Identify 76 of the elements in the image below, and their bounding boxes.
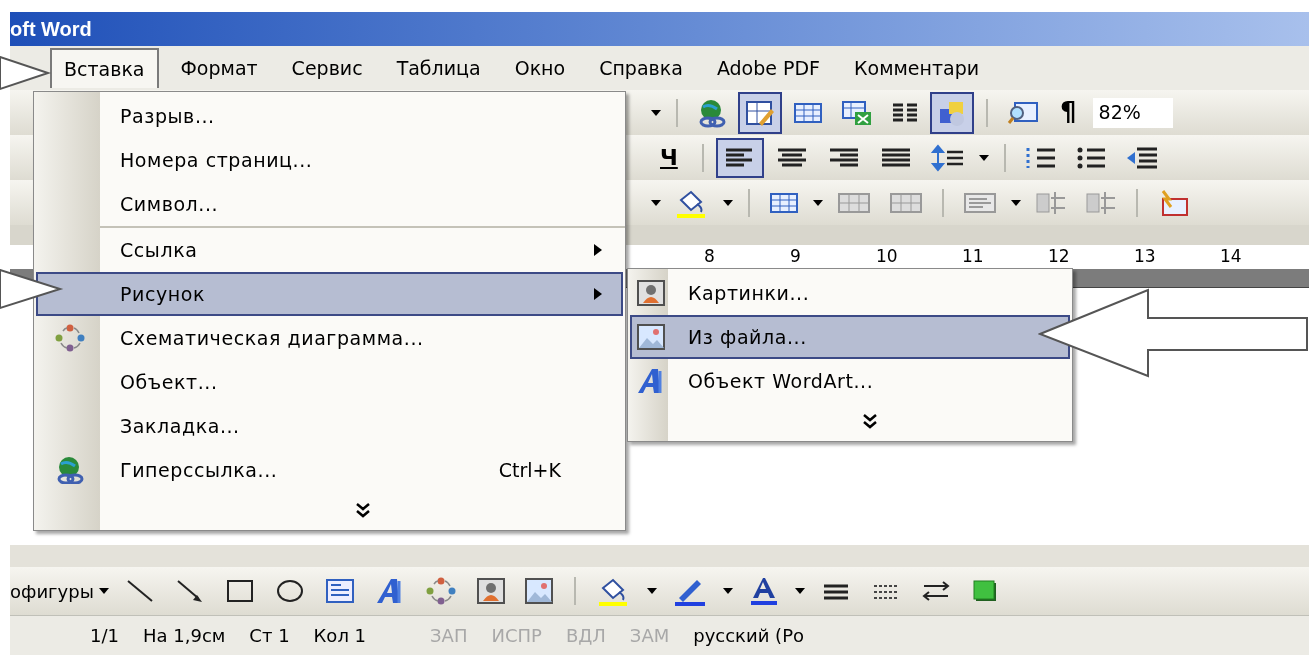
menu-item[interactable]: Формат bbox=[168, 48, 270, 88]
menu-item[interactable]: Окно bbox=[502, 48, 578, 88]
caret-icon[interactable] bbox=[1010, 198, 1022, 207]
menu-item[interactable]: Сервис bbox=[279, 48, 375, 88]
menu-item-label: Ссылка bbox=[120, 237, 199, 263]
menu-item-label: Рисунок bbox=[120, 281, 206, 307]
menu-item-label: Схематическая диаграмма... bbox=[120, 325, 425, 351]
menu-item[interactable]: Рисунок bbox=[36, 272, 623, 316]
expand-chevron-icon[interactable] bbox=[862, 413, 878, 429]
menu-item-label: Разрыв... bbox=[120, 103, 216, 129]
menu-item-label: Картинки... bbox=[688, 280, 811, 306]
diagram-icon[interactable] bbox=[54, 323, 86, 353]
status-text: ЗАП bbox=[430, 624, 468, 648]
menu-item[interactable]: Схематическая диаграмма... bbox=[36, 316, 623, 360]
landscape-picture-icon[interactable] bbox=[637, 324, 665, 350]
menu-item[interactable]: Комментари bbox=[842, 48, 992, 88]
menu-item-label: Объект... bbox=[120, 369, 219, 395]
expand-chevron-icon[interactable] bbox=[354, 502, 371, 518]
caret-icon[interactable] bbox=[977, 153, 990, 162]
align-left-icon[interactable] bbox=[717, 139, 762, 176]
shapes-icon[interactable] bbox=[932, 93, 972, 132]
menu-item[interactable]: Таблица bbox=[384, 48, 493, 88]
menu-item[interactable]: Вставка bbox=[50, 48, 159, 88]
caret-icon[interactable] bbox=[721, 587, 734, 595]
menu-item[interactable]: Закладка... bbox=[36, 404, 623, 448]
autoshapes-button[interactable]: офигуры bbox=[10, 577, 110, 605]
caret-icon[interactable] bbox=[650, 198, 662, 207]
table-pencil-icon[interactable] bbox=[740, 93, 780, 132]
caret-icon[interactable] bbox=[97, 587, 110, 595]
menu-item[interactable]: Справка bbox=[587, 48, 695, 88]
submenu-arrow-icon[interactable] bbox=[593, 287, 603, 301]
status-text: На 1,9см bbox=[142, 624, 226, 648]
caret-icon[interactable] bbox=[650, 108, 662, 117]
caret-icon[interactable] bbox=[812, 198, 824, 207]
menu-item-label: Символ... bbox=[120, 191, 220, 217]
menu-item[interactable]: Adobe PDF bbox=[704, 48, 833, 88]
menu-item-label: Закладка... bbox=[120, 413, 241, 439]
menu-item[interactable]: Символ... bbox=[36, 182, 623, 226]
ruler-number: 13 bbox=[1134, 245, 1156, 269]
status-text: русский (Ро bbox=[693, 624, 804, 648]
status-text: 1/1 bbox=[90, 624, 119, 648]
menu-item[interactable]: Объект... bbox=[36, 360, 623, 404]
ruler-number: 9 bbox=[790, 245, 801, 269]
menu-item-label: Гиперссылка... bbox=[120, 457, 279, 483]
portrait-picture-icon[interactable] bbox=[637, 280, 665, 306]
menu-item[interactable]: Номера страниц... bbox=[36, 138, 623, 182]
ruler-number: 8 bbox=[704, 245, 715, 269]
status-text: ВДЛ bbox=[565, 624, 606, 648]
status-text: Ст 1 bbox=[249, 624, 290, 648]
menu-item[interactable]: Из файла... bbox=[630, 315, 1070, 359]
ruler-number: 10 bbox=[876, 245, 898, 269]
caret-icon[interactable] bbox=[793, 587, 806, 595]
menu-item-label: Объект WordArt... bbox=[688, 368, 875, 394]
pilcrow-button[interactable]: ¶ bbox=[1052, 93, 1085, 132]
underline-button[interactable]: Ч bbox=[650, 141, 688, 174]
menu-item[interactable]: Картинки... bbox=[630, 271, 1070, 315]
caret-icon[interactable] bbox=[645, 587, 658, 595]
menu-item-label: Номера страниц... bbox=[120, 147, 314, 173]
menu-item[interactable]: Гиперссылка... Ctrl+K bbox=[36, 448, 623, 492]
zoom-field[interactable]: 82% bbox=[1092, 97, 1173, 128]
menu-item[interactable]: Объект WordArt... bbox=[630, 359, 1070, 403]
ruler-number: 12 bbox=[1048, 245, 1070, 269]
menu-item[interactable]: Разрыв... bbox=[36, 94, 623, 138]
status-text: ЗАМ bbox=[629, 624, 670, 648]
shortcut-text: Ctrl+K bbox=[498, 457, 561, 483]
ruler-number: 14 bbox=[1220, 245, 1242, 269]
status-text: ИСПР bbox=[491, 624, 542, 648]
globe-link-icon[interactable] bbox=[55, 456, 85, 484]
callout-arrow bbox=[0, 55, 52, 91]
window-title: oft Word bbox=[10, 17, 92, 42]
caret-icon[interactable] bbox=[722, 198, 734, 207]
ruler-number: 11 bbox=[962, 245, 984, 269]
submenu-arrow-icon[interactable] bbox=[593, 243, 603, 257]
status-text: Кол 1 bbox=[313, 624, 367, 648]
menu-item-label: Из файла... bbox=[688, 324, 808, 350]
menu-item[interactable]: Ссылка bbox=[36, 228, 623, 272]
